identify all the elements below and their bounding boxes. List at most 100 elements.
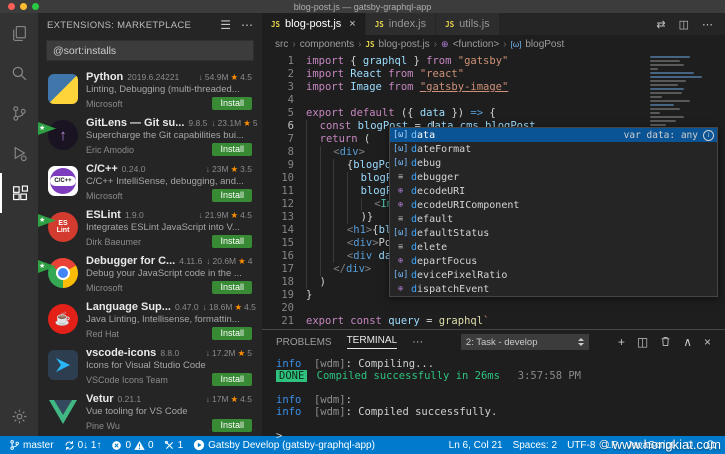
gatsby-develop-task[interactable]: Gatsby Develop (gatsby-graphql-app) bbox=[188, 436, 380, 454]
install-button[interactable]: Install bbox=[212, 281, 252, 294]
gitlens-logo-icon bbox=[48, 120, 78, 150]
extension-version: 0.47.0 bbox=[174, 302, 199, 312]
close-panel-icon[interactable]: × bbox=[704, 335, 711, 349]
code-token: div bbox=[339, 146, 359, 158]
minimize-window-button[interactable] bbox=[20, 3, 27, 10]
suggest-item[interactable]: [ω] dateFormat bbox=[390, 142, 717, 156]
split-editor-icon[interactable]: ◫ bbox=[679, 18, 689, 31]
indentation[interactable]: Spaces: 2 bbox=[508, 436, 562, 454]
install-button[interactable]: Install bbox=[212, 373, 252, 386]
terminal-selector-dropdown[interactable]: 2: Task - develop bbox=[460, 334, 589, 350]
info-icon[interactable]: i bbox=[703, 129, 714, 141]
close-tab-icon[interactable]: × bbox=[349, 18, 355, 30]
git-branch-indicator[interactable]: master bbox=[4, 436, 59, 454]
suggest-item[interactable]: [ω] devicePixelRatio bbox=[390, 268, 717, 282]
tab-index[interactable]: JS index.js bbox=[365, 13, 437, 35]
code-line[interactable]: 20 bbox=[262, 302, 725, 315]
extension-item[interactable]: C/C++0.24.0↓23M★3.5C/C++ IntelliSense, d… bbox=[38, 159, 262, 205]
extension-item[interactable]: Language Sup...0.47.0↓18.6M★4.5Java Lint… bbox=[38, 297, 262, 343]
suggest-item[interactable]: ⊕ decodeURI bbox=[390, 184, 717, 198]
task-label: Gatsby Develop (gatsby-graphql-app) bbox=[208, 439, 375, 451]
debug-icon[interactable] bbox=[0, 133, 38, 173]
extension-name: C/C++ bbox=[86, 163, 118, 175]
line-content: )} bbox=[306, 211, 373, 224]
suggest-item[interactable]: [ω] debug bbox=[390, 156, 717, 170]
kill-terminal-icon[interactable] bbox=[660, 335, 671, 349]
editor-more-actions-icon[interactable]: ⋯ bbox=[702, 18, 713, 31]
breadcrumb-symbol[interactable]: blogPost bbox=[525, 39, 564, 50]
tab-utils[interactable]: JS utils.js bbox=[436, 13, 500, 35]
extension-item[interactable]: vscode-icons 8.8.0 ↓ 17.2M ★ 5 Icons for Visua… bbox=[38, 343, 262, 389]
suggest-item[interactable]: ⊕ departFocus bbox=[390, 254, 717, 268]
extension-description: Java Linting, Intellisense, formattin... bbox=[86, 314, 240, 325]
minimap-line bbox=[650, 112, 660, 114]
tab-terminal[interactable]: TERMINAL bbox=[346, 335, 398, 349]
extension-item[interactable]: ★ ESLint1.9.0 ↓21.9M★4.5Integrates ESLint … bbox=[38, 205, 262, 251]
download-count: 23M bbox=[212, 164, 229, 174]
minimap-line bbox=[650, 92, 682, 94]
code-token: "react" bbox=[419, 68, 465, 80]
split-terminal-icon[interactable]: ◫ bbox=[637, 335, 648, 349]
breadcrumb-src[interactable]: src bbox=[275, 39, 288, 50]
source-control-icon[interactable] bbox=[0, 93, 38, 133]
search-icon[interactable] bbox=[0, 53, 38, 93]
suggest-item[interactable]: ≡ delete bbox=[390, 240, 717, 254]
breadcrumb-file[interactable]: blog-post.js bbox=[379, 39, 430, 50]
keyword-icon: ≡ bbox=[397, 213, 404, 224]
code-token: const bbox=[319, 120, 352, 132]
minimap-line bbox=[650, 88, 684, 90]
code-line[interactable]: 21 export const query = graphql` bbox=[262, 315, 725, 328]
extension-stats: ↓ 23M ★ 3.5 bbox=[206, 164, 252, 175]
encoding[interactable]: UTF-8 bbox=[562, 436, 600, 454]
filter-extensions-icon[interactable]: ☰ bbox=[220, 18, 231, 32]
code-token: info bbox=[276, 406, 302, 418]
compare-changes-icon[interactable]: ⇄ bbox=[656, 18, 665, 31]
extensions-sidebar: EXTENSIONS: MARKETPLACE ☰ ⋯ @sort:instal… bbox=[38, 13, 262, 436]
maximize-panel-icon[interactable]: ∧ bbox=[683, 335, 692, 349]
extension-stats: ↓ 54.9M ★ 4.5 bbox=[199, 72, 252, 83]
terminal-output[interactable]: info [wdm]: Compiling... DONE Compiled su… bbox=[262, 354, 725, 442]
suggest-item[interactable]: ⊕ dispatchEvent bbox=[390, 282, 717, 296]
suggest-item[interactable]: ⊕ decodeURIComponent bbox=[390, 198, 717, 212]
suggest-item[interactable]: ≡ debugger bbox=[390, 170, 717, 184]
explorer-icon[interactable] bbox=[0, 13, 38, 53]
extension-description: Icons for Visual Studio Code bbox=[86, 360, 206, 371]
indent-guide bbox=[319, 211, 334, 224]
install-button[interactable]: Install bbox=[212, 97, 252, 110]
tab-problems[interactable]: PROBLEMS bbox=[276, 337, 332, 348]
extension-item[interactable]: Vetur 0.21.1 ↓ 17M ★ 4.5 Vue tooling for VS Co… bbox=[38, 389, 262, 435]
new-terminal-icon[interactable]: + bbox=[618, 335, 625, 349]
panel-more-tabs-icon[interactable]: ··· bbox=[412, 336, 423, 348]
extension-item[interactable]: ★ Debugger for C... 4.11.6 ↓ 20.6M ★ 4 Debug yo… bbox=[38, 251, 262, 297]
install-button[interactable]: Install bbox=[212, 327, 252, 340]
more-actions-icon[interactable]: ⋯ bbox=[241, 18, 253, 32]
install-button[interactable]: Install bbox=[212, 235, 252, 248]
indent-guide bbox=[333, 172, 347, 185]
code-editor[interactable]: 1 import { graphql } from "gatsby" 2 import… bbox=[262, 53, 725, 329]
close-window-button[interactable] bbox=[8, 3, 15, 10]
minimap-line bbox=[650, 100, 690, 102]
install-button[interactable]: Install bbox=[212, 189, 252, 202]
extensions-search-input[interactable]: @sort:installs bbox=[46, 40, 254, 61]
tab-blog-post[interactable]: JS blog-post.js × bbox=[262, 13, 366, 35]
cursor-position[interactable]: Ln 6, Col 21 bbox=[444, 436, 508, 454]
breadcrumb-components[interactable]: components bbox=[300, 39, 354, 50]
extension-item[interactable]: ★ GitLens — Git su...9.8.5↓23.1M★5Superch… bbox=[38, 113, 262, 159]
indent-guide bbox=[333, 237, 347, 250]
settings-gear-icon[interactable] bbox=[0, 396, 38, 436]
suggest-item[interactable]: [ω] data var data: any i bbox=[390, 128, 717, 142]
line-number: 14 bbox=[281, 224, 294, 236]
install-button[interactable]: Install bbox=[212, 419, 252, 432]
suggest-item[interactable]: ≡ default bbox=[390, 212, 717, 226]
breadcrumb-function[interactable]: <function> bbox=[453, 39, 500, 50]
suggest-detail: var data: any i bbox=[624, 129, 714, 142]
minimap[interactable] bbox=[650, 56, 712, 134]
suggest-item[interactable]: [ω] defaultStatus bbox=[390, 226, 717, 240]
sync-indicator[interactable]: 0↓ 1↑ bbox=[59, 436, 107, 454]
extensions-icon[interactable] bbox=[0, 173, 38, 213]
running-tasks-indicator[interactable]: 1 bbox=[159, 436, 189, 454]
problems-indicator[interactable]: 0 0 bbox=[106, 436, 158, 454]
install-button[interactable]: Install bbox=[212, 143, 252, 156]
zoom-window-button[interactable] bbox=[32, 3, 39, 10]
extension-item[interactable]: Python 2019.6.24221 ↓ 54.9M ★ 4.5 Linting, Deb… bbox=[38, 67, 262, 113]
